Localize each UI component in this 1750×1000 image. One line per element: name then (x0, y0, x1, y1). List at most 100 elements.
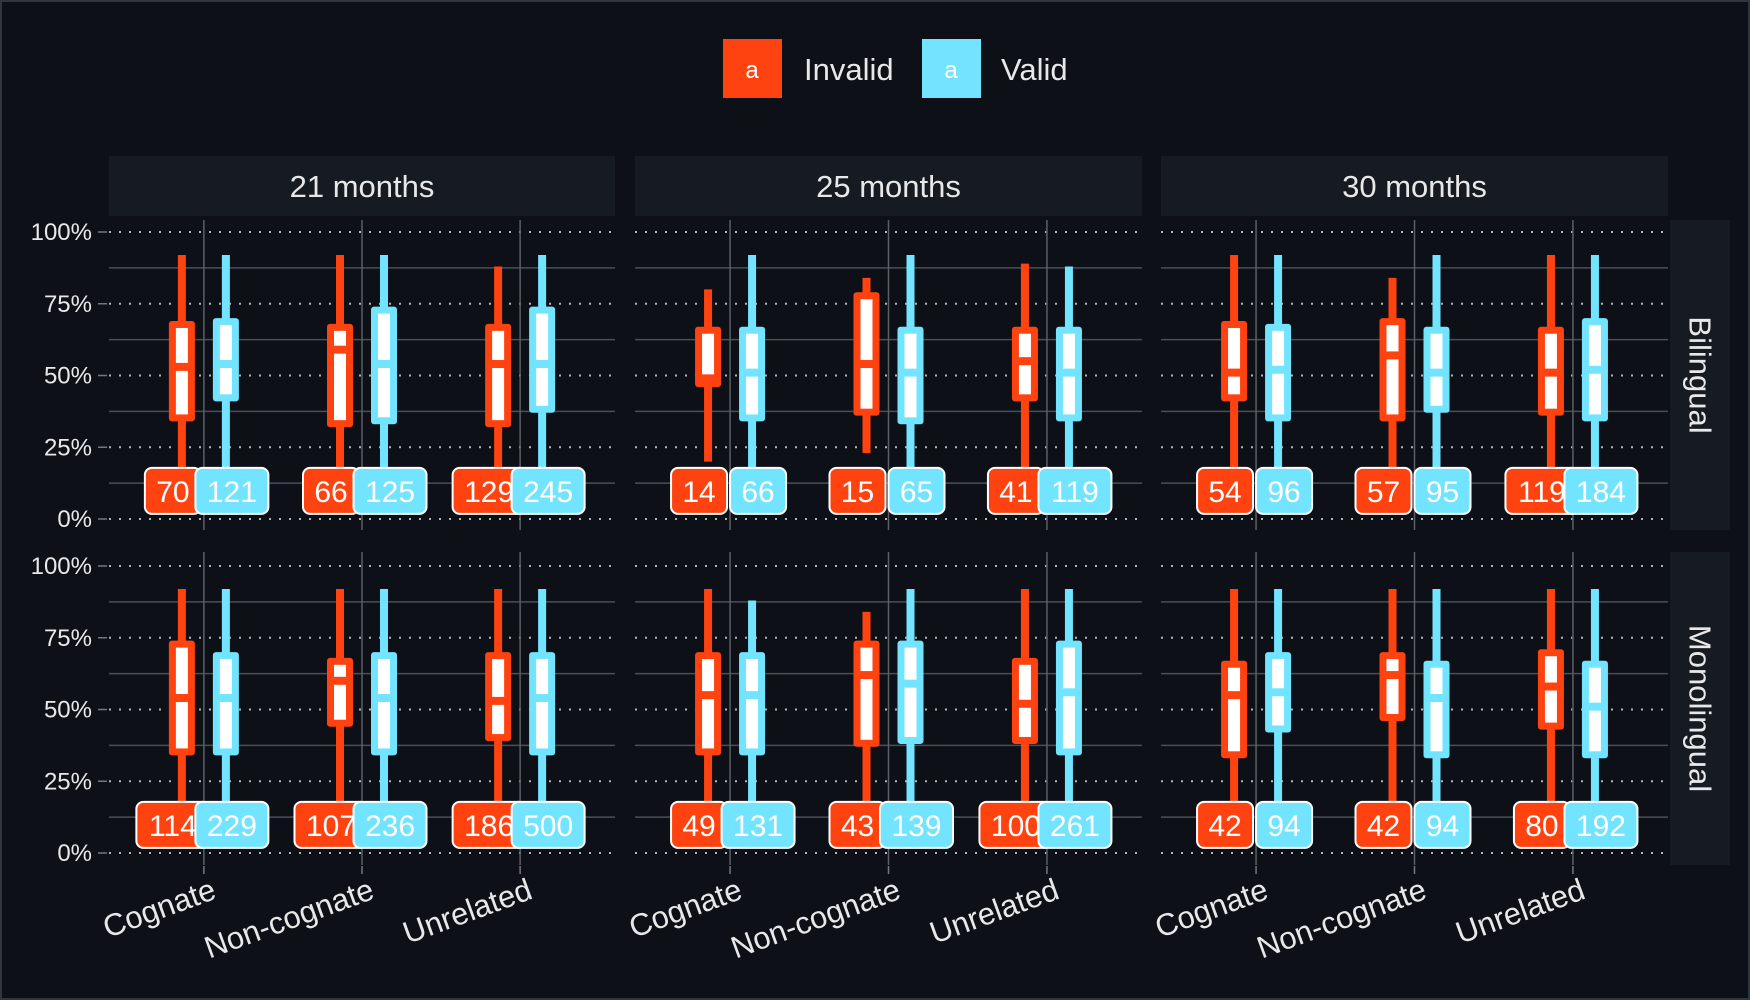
box-inner-upper (1588, 667, 1601, 703)
count-label-text: 125 (365, 476, 415, 509)
panel: 54 96 57 95 119 184 (1161, 220, 1668, 530)
count-label-text: 15 (841, 476, 874, 509)
box-inner-upper (219, 659, 232, 695)
count-label-text: 66 (314, 476, 347, 509)
boxplot-chart: a Invalid a Valid 21 months 25 months 30 m… (0, 0, 1750, 1000)
box-inner-lower (334, 684, 346, 720)
count-label-text: 14 (682, 476, 715, 509)
count-label-text: 42 (1208, 810, 1241, 843)
box-inner-upper (1544, 656, 1557, 683)
count-label-text: 236 (365, 810, 415, 843)
panel: 49 131 43 139 100 261 (635, 552, 1142, 865)
box-inner-lower (1272, 373, 1285, 415)
count-label-text: 66 (741, 476, 774, 509)
box-inner-lower (219, 368, 232, 395)
box-inner-upper (1228, 667, 1241, 692)
box-inner-lower (904, 687, 917, 737)
count-label-text: 245 (523, 476, 573, 509)
box-inner-lower (1430, 702, 1443, 752)
count-label-text: 261 (1050, 810, 1100, 843)
box-inner-lower (334, 353, 346, 421)
box-inner-lower (746, 376, 759, 415)
legend-key-glyph: a (745, 57, 759, 84)
y-tick-label: 25% (44, 434, 92, 461)
box-inner-upper (1272, 330, 1285, 366)
box-inner-upper (1386, 325, 1399, 352)
y-tick-label: 100% (31, 219, 92, 246)
legend-label-valid: Valid (1001, 52, 1068, 87)
y-tick-label: 25% (44, 768, 92, 795)
box-inner-upper (334, 664, 346, 677)
row-strip-label: Monolingual (1683, 625, 1718, 792)
box-inner-lower (702, 699, 715, 749)
box-inner-upper (1018, 333, 1031, 358)
count-label-text: 96 (1267, 476, 1300, 509)
box-inner-lower (1544, 376, 1557, 409)
box-inner-upper (860, 299, 873, 361)
count-label-text: 114 (149, 810, 197, 843)
count-label-text: 49 (682, 810, 715, 843)
box-inner-lower (378, 368, 390, 418)
box-inner-lower (175, 702, 188, 749)
box-inner-lower (1544, 690, 1557, 723)
count-label-text: 42 (1367, 810, 1400, 843)
box-inner-upper (702, 659, 715, 692)
box-inner-lower (1272, 696, 1285, 726)
count-label-text: 131 (733, 810, 783, 843)
box-inner-upper (536, 659, 549, 695)
y-tick-label: 50% (44, 363, 92, 390)
count-label-text: 65 (900, 476, 933, 509)
count-label-text: 139 (891, 810, 941, 843)
box-inner-upper (702, 333, 715, 375)
box-inner-lower (1228, 376, 1241, 395)
box-inner-lower (1018, 707, 1031, 737)
box-inner-upper (334, 330, 346, 346)
box-inner-upper (492, 659, 505, 697)
box-inner-upper (1386, 659, 1399, 672)
count-label-text: 119 (1518, 476, 1566, 509)
box-inner-lower (1386, 679, 1399, 714)
box-inner-lower (219, 702, 232, 749)
box-inner-upper (378, 313, 390, 361)
count-label-text: 119 (1051, 476, 1099, 509)
count-label-text: 500 (523, 810, 573, 843)
count-label-text: 184 (1576, 476, 1626, 509)
box-inner-upper (175, 647, 188, 695)
box-inner-lower (904, 376, 917, 418)
y-tick-label: 100% (31, 553, 92, 580)
row-strip-label: Bilingual (1683, 316, 1718, 433)
box-inner-lower (1588, 373, 1601, 415)
column-strip-label: 30 months (1342, 169, 1487, 204)
box-inner-lower (1062, 696, 1075, 749)
legend-key-glyph: a (944, 57, 958, 84)
box-inner-upper (746, 659, 759, 692)
y-tick-label: 0% (57, 506, 92, 533)
box-inner-upper (1018, 664, 1031, 700)
box-inner-lower (860, 679, 873, 740)
legend-label-invalid: Invalid (804, 52, 894, 87)
box-inner-lower (1588, 710, 1601, 752)
box-inner-lower (536, 368, 549, 406)
box-inner-lower (1018, 365, 1031, 395)
count-label-text: 100 (991, 810, 1041, 843)
box-inner-lower (536, 702, 549, 749)
panel: 42 94 42 94 80 192 (1161, 552, 1668, 865)
y-tick-label: 75% (44, 291, 92, 318)
count-label-text: 43 (841, 810, 874, 843)
box-inner-lower (492, 704, 505, 735)
count-label-text: 41 (999, 476, 1032, 509)
box-inner-upper (378, 659, 390, 695)
y-tick-label: 75% (44, 625, 92, 652)
count-label-text: 186 (464, 810, 514, 843)
count-label-text: 95 (1426, 476, 1459, 509)
column-strip-label: 25 months (816, 169, 961, 204)
count-label-text: 229 (207, 810, 257, 843)
box-inner-upper (492, 330, 505, 361)
count-label-text: 129 (464, 476, 514, 509)
count-label-text: 107 (306, 810, 356, 843)
box-inner-upper (904, 333, 917, 369)
box-inner-lower (378, 702, 390, 749)
column-strip-label: 21 months (290, 169, 435, 204)
box-inner-upper (1228, 327, 1241, 369)
box-inner-upper (1544, 333, 1557, 369)
